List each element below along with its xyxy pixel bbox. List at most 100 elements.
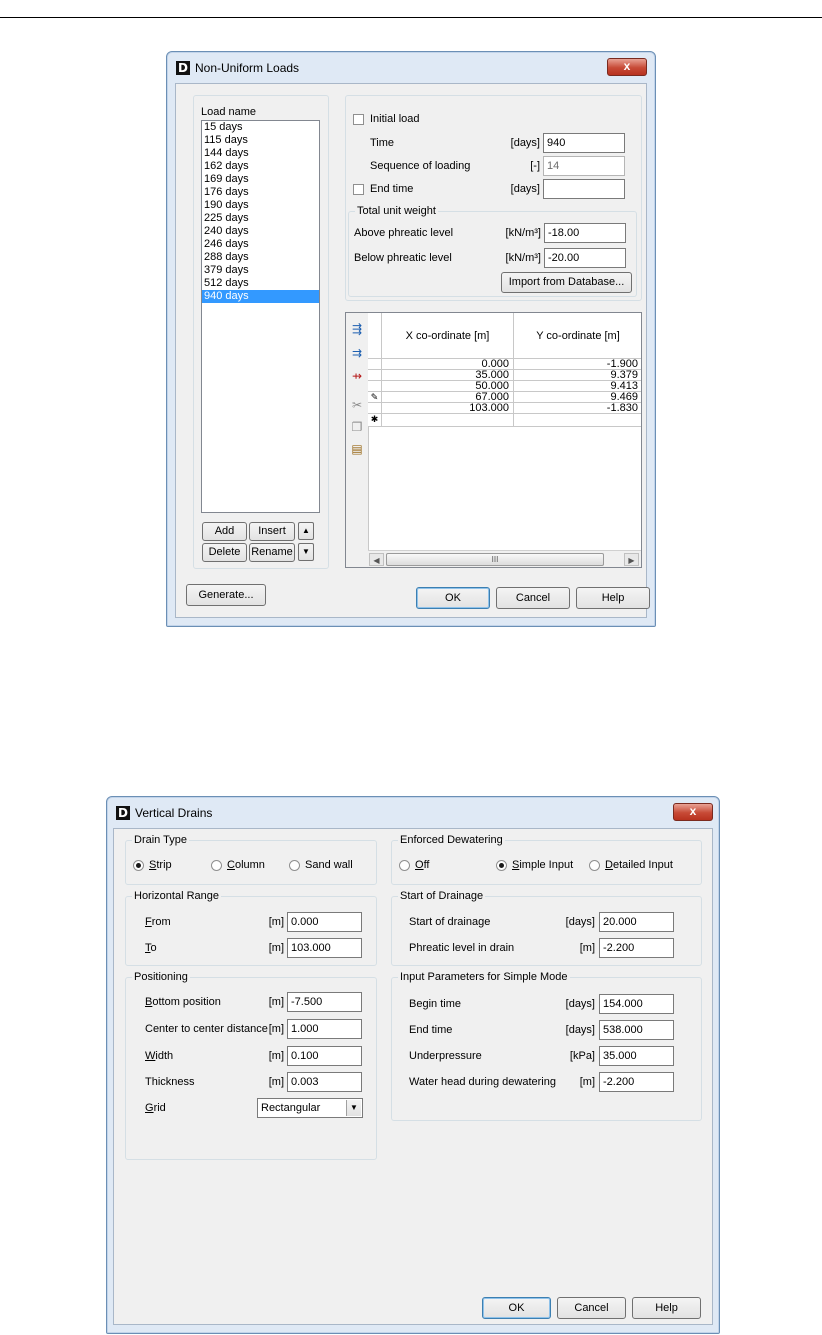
scroll-left-icon[interactable]: ◀ [369, 553, 384, 566]
load-list-item[interactable]: 246 days [202, 238, 319, 251]
underpressure-input[interactable]: 35.000 [599, 1046, 674, 1066]
x-coordinate-cell[interactable]: 103.000 [382, 403, 514, 414]
delete-button[interactable]: Delete [202, 543, 247, 562]
load-list-item[interactable]: 225 days [202, 212, 319, 225]
width-input[interactable]: 0.100 [287, 1046, 362, 1066]
end-time-checkbox[interactable] [353, 184, 364, 195]
column-header-y[interactable]: Y co-ordinate [m] [514, 313, 641, 359]
load-list-item[interactable]: 288 days [202, 251, 319, 264]
load-listbox[interactable]: 15 days 115 days 144 days 162 days 169 days 1… [201, 120, 320, 513]
sequence-label: Sequence of loading [370, 160, 471, 172]
scroll-right-icon[interactable]: ▶ [624, 553, 639, 566]
title-bar[interactable]: D Non-Uniform Loads x [167, 52, 655, 82]
cut-icon[interactable]: ✂ [349, 397, 365, 413]
load-list-item[interactable]: 512 days [202, 277, 319, 290]
positioning-group: Positioning Bottom position [m] -7.500 C… [125, 971, 377, 1160]
cancel-button[interactable]: Cancel [557, 1297, 626, 1319]
insert-row-icon[interactable]: ⇶ [349, 321, 365, 337]
grid-toolbar: ⇶ ⇉ ⇸ ✂ ❐ ▤ [346, 313, 369, 567]
paste-icon[interactable]: ▤ [349, 441, 365, 457]
generate-button[interactable]: Generate... [186, 584, 266, 606]
import-from-database-button[interactable]: Import from Database... [501, 272, 632, 293]
load-list-item[interactable]: 169 days [202, 173, 319, 186]
ok-button[interactable]: OK [416, 587, 490, 609]
copy-icon[interactable]: ❐ [349, 419, 365, 435]
close-button[interactable]: x [607, 58, 647, 76]
detailed-input-radio[interactable] [589, 860, 600, 871]
end-time-label: End time [370, 183, 414, 195]
begin-time-input[interactable]: 154.000 [599, 994, 674, 1014]
below-phreatic-label: Below phreatic level [354, 252, 452, 264]
grid-select[interactable]: Rectangular ▼ [257, 1098, 363, 1118]
app-icon: D [176, 61, 190, 75]
width-unit: [m] [268, 1050, 284, 1062]
start-of-drainage-label: Start of drainage [409, 916, 491, 928]
off-radio[interactable] [399, 860, 410, 871]
load-list-item[interactable]: 15 days [202, 121, 319, 134]
sand-wall-label: Sand wall [305, 859, 353, 871]
phreatic-level-label: Phreatic level in drain [409, 942, 515, 954]
load-list-item[interactable]: 940 days [202, 290, 319, 303]
ctc-distance-input[interactable]: 1.000 [287, 1019, 362, 1039]
column-radio[interactable] [211, 860, 222, 871]
water-head-input[interactable]: -2.200 [599, 1072, 674, 1092]
phreatic-level-input[interactable]: -2.200 [599, 938, 674, 958]
help-button[interactable]: Help [632, 1297, 701, 1319]
add-button[interactable]: Add [202, 522, 247, 541]
sand-wall-radio[interactable] [289, 860, 300, 871]
initial-load-checkbox[interactable] [353, 114, 364, 125]
load-list-item[interactable]: 115 days [202, 134, 319, 147]
below-phreatic-input[interactable]: -20.00 [544, 248, 626, 268]
above-phreatic-input[interactable]: -18.00 [544, 223, 626, 243]
insert-button[interactable]: Insert [249, 522, 295, 541]
load-list-item[interactable]: 144 days [202, 147, 319, 160]
new-row-cell[interactable] [514, 414, 641, 427]
bottom-position-unit: [m] [268, 996, 284, 1008]
from-input[interactable]: 0.000 [287, 912, 362, 932]
bottom-position-label: Bottom position [145, 996, 221, 1008]
time-input[interactable]: 940 [543, 133, 625, 153]
row-header[interactable] [368, 370, 382, 381]
row-header[interactable]: ✎ [368, 392, 382, 403]
load-list-item[interactable]: 162 days [202, 160, 319, 173]
dialog-client: Load name 15 days 115 days 144 days 162 day… [175, 83, 650, 618]
y-coordinate-cell[interactable]: -1.830 [514, 403, 641, 414]
bottom-position-input[interactable]: -7.500 [287, 992, 362, 1012]
end-time-unit: [days] [565, 1024, 595, 1036]
to-input[interactable]: 103.000 [287, 938, 362, 958]
horizontal-scrollbar[interactable]: ◀ III ▶ [368, 550, 641, 567]
detailed-input-label: Detailed Input [605, 859, 673, 871]
start-of-drainage-title: Start of Drainage [398, 890, 486, 903]
load-name-label: Load name [201, 106, 257, 118]
title-bar[interactable]: D Vertical Drains x [107, 797, 719, 827]
scroll-thumb[interactable]: III [386, 553, 604, 566]
start-of-drainage-input[interactable]: 20.000 [599, 912, 674, 932]
move-down-button[interactable]: ▼ [298, 543, 314, 561]
close-button[interactable]: x [673, 803, 713, 821]
strip-radio[interactable] [133, 860, 144, 871]
ok-button[interactable]: OK [482, 1297, 551, 1319]
simple-input-radio[interactable] [496, 860, 507, 871]
help-button[interactable]: Help [576, 587, 650, 609]
chevron-down-icon[interactable]: ▼ [346, 1100, 361, 1116]
grid-label: Grid [145, 1102, 166, 1114]
add-row-icon[interactable]: ⇉ [349, 345, 365, 361]
water-head-label: Water head during dewatering [409, 1076, 556, 1088]
move-up-button[interactable]: ▲ [298, 522, 314, 540]
new-row-cell[interactable] [382, 414, 514, 427]
delete-row-icon[interactable]: ⇸ [349, 368, 365, 384]
end-time-input[interactable] [543, 179, 625, 199]
column-header-x[interactable]: X co-ordinate [m] [382, 313, 514, 359]
row-header[interactable] [368, 359, 382, 370]
rename-button[interactable]: Rename [249, 543, 295, 562]
thickness-input[interactable]: 0.003 [287, 1072, 362, 1092]
load-list-item[interactable]: 176 days [202, 186, 319, 199]
load-list-item[interactable]: 240 days [202, 225, 319, 238]
load-list-item[interactable]: 190 days [202, 199, 319, 212]
load-list-item[interactable]: 379 days [202, 264, 319, 277]
end-time-input[interactable]: 538.000 [599, 1020, 674, 1040]
row-header[interactable] [368, 381, 382, 392]
cancel-button[interactable]: Cancel [496, 587, 570, 609]
new-row-header[interactable]: ✱ [368, 414, 382, 427]
row-header[interactable] [368, 403, 382, 414]
